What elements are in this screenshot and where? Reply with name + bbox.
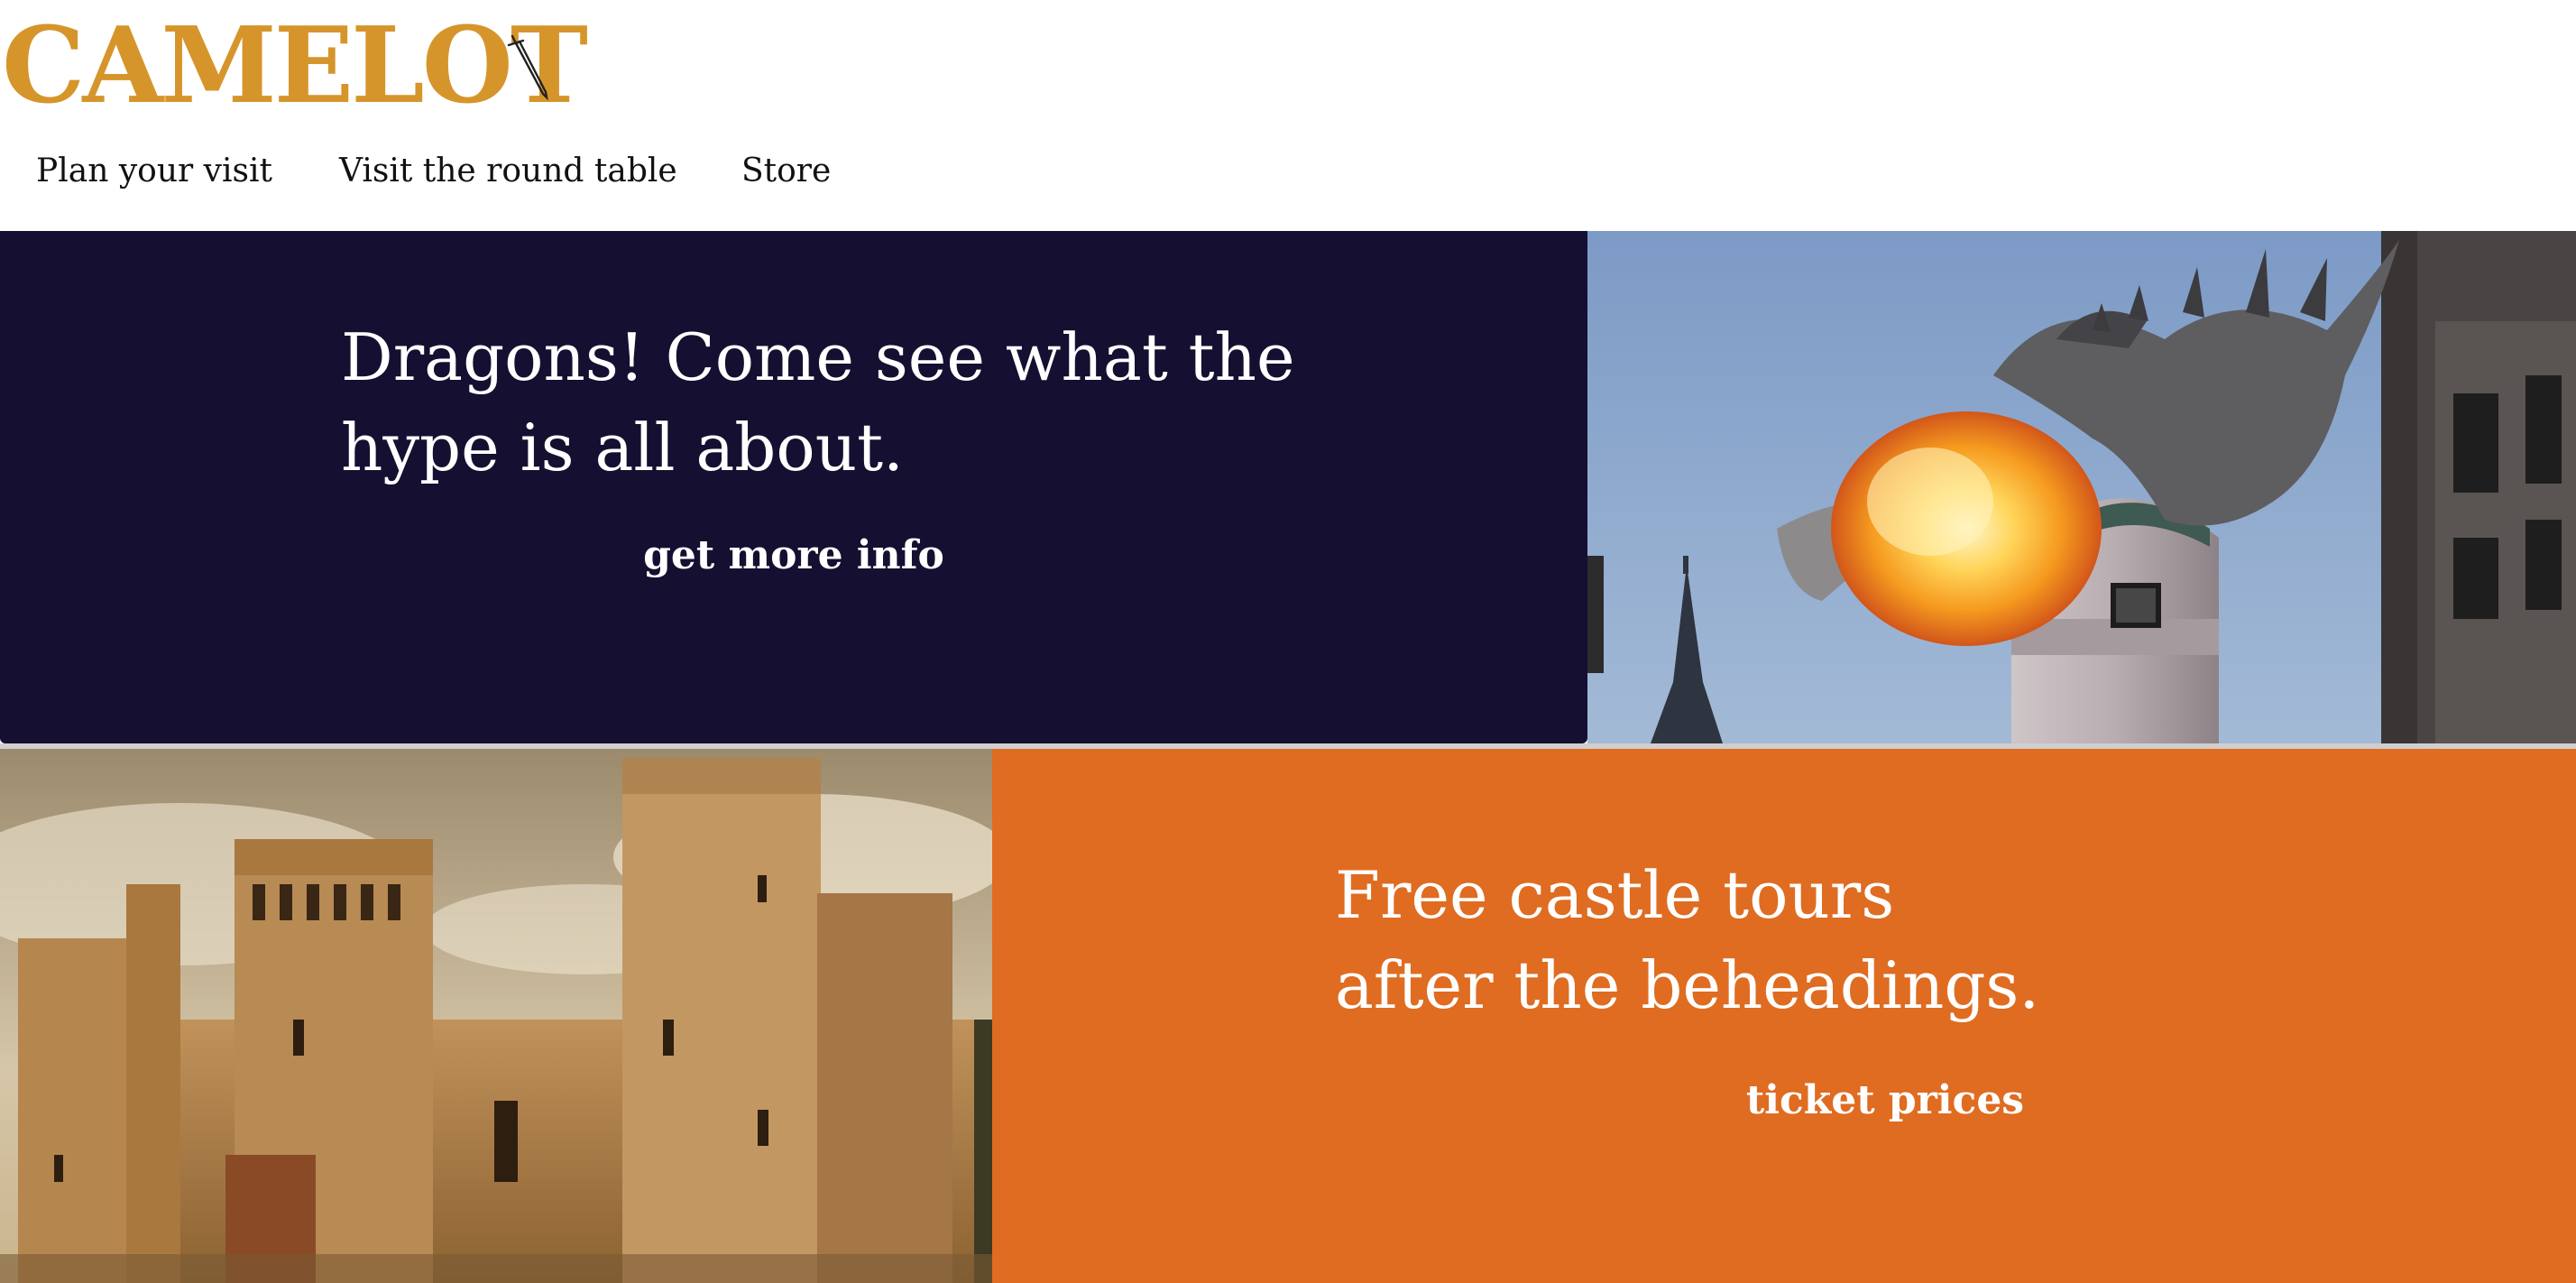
nav-store[interactable]: Store: [741, 144, 831, 198]
page: CAMELOT Plan your visit Visit the round …: [0, 0, 2576, 1283]
castle-photo: [0, 749, 992, 1283]
dragons-heading: Dragons! Come see what the hype is all a…: [341, 312, 1333, 493]
dragons-section: Dragons! Come see what the hype is all a…: [0, 231, 2576, 743]
nav-plan-your-visit[interactable]: Plan your visit: [36, 144, 272, 198]
site-header: CAMELOT Plan your visit Visit the round …: [0, 0, 2576, 231]
sword-icon: [507, 34, 548, 101]
get-more-info-link[interactable]: get more info: [559, 529, 1028, 583]
castle-section: Free castle tours after the beheadings. …: [0, 749, 2576, 1283]
castle-panel: Free castle tours after the beheadings. …: [992, 749, 2576, 1283]
ticket-prices-link[interactable]: ticket prices: [1551, 1074, 2219, 1128]
castle-heading-line-2: after the beheadings.: [1335, 947, 2040, 1023]
castle-heading: Free castle tours after the beheadings.: [1335, 850, 2417, 1030]
castle-heading-line-1: Free castle tours: [1335, 857, 1895, 933]
dragons-heading-line-2: hype is all about.: [341, 410, 904, 485]
dragons-heading-line-1: Dragons! Come see what the: [341, 319, 1295, 395]
dragon-photo: [1587, 231, 2576, 743]
site-logo[interactable]: CAMELOT: [2, 7, 588, 125]
nav-visit-round-table[interactable]: Visit the round table: [339, 144, 677, 198]
dragons-panel: Dragons! Come see what the hype is all a…: [0, 231, 1587, 743]
